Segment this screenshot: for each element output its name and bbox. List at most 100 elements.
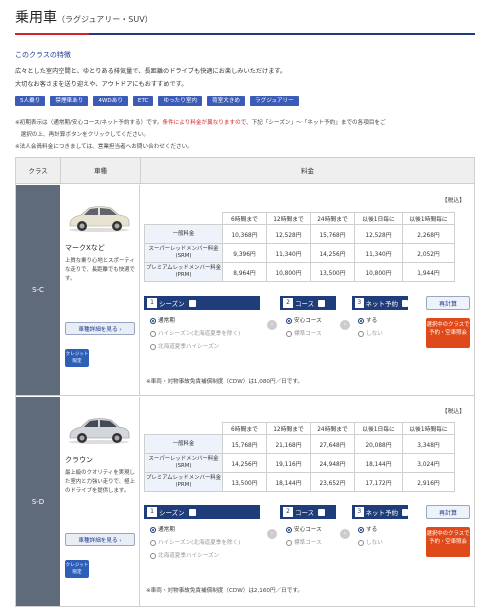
price-cell: 10,368円 xyxy=(222,224,267,244)
price-label: プレミアムレッドメンバー料金(PRM) xyxy=(144,262,223,282)
radio-icon xyxy=(150,330,156,337)
price-table: 6時間まで 12時間まで 24時間まで 以後1日毎に 以後1時間毎に 一般料金 … xyxy=(144,422,455,492)
col-header: 24時間まで xyxy=(310,212,355,225)
price-cell: 14,256円 xyxy=(310,243,355,263)
radio-net-no[interactable]: しない xyxy=(358,329,383,337)
radio-season-normal[interactable]: 通常期 xyxy=(150,525,175,533)
price-label: 一般料金 xyxy=(144,224,223,244)
price-label: 一般料金 xyxy=(144,434,223,454)
credit-only-badge: クレジット限定 xyxy=(65,349,89,367)
page-title: 乗用車（ラグジュアリー・SUV） xyxy=(15,10,153,26)
car-detail-button[interactable]: 車種詳細を見る › xyxy=(65,322,135,335)
corner-cell xyxy=(145,213,223,225)
price-cell: 24,948円 xyxy=(310,453,355,473)
help-icon[interactable] xyxy=(188,508,196,516)
car-cell: クラウン 最上級のクオリティを実現した室内と力強い走りで、極上のドライブを提供し… xyxy=(61,397,140,606)
corner-cell xyxy=(145,423,223,435)
col-header: 以後1時間毎に xyxy=(402,422,455,435)
cdw-note: ※車両・対物事故免責補償制度（CDW）は2,160円／日です。 xyxy=(146,588,303,594)
reserve-button[interactable]: 選択中のクラスで予約・空車照会 xyxy=(426,318,470,348)
radio-season-high[interactable]: ハイシーズン(北海道夏季を除く) xyxy=(150,329,240,337)
class-cell: S-D xyxy=(16,397,60,606)
radio-icon xyxy=(286,539,292,546)
radio-course-anshin[interactable]: 安心コース xyxy=(286,316,322,324)
price-cell: 1,944円 xyxy=(402,262,455,282)
season-option-header: 1 シーズン xyxy=(144,505,260,519)
price-cell: 9,396円 xyxy=(222,243,267,263)
feature-tag: 4WDあり xyxy=(93,96,128,106)
note-recalc: 選択の上、再計算ボタンをクリックしてください。 xyxy=(15,132,149,138)
price-cell: 21,168円 xyxy=(266,434,311,454)
radio-selected-icon xyxy=(150,526,156,533)
car-cell: マークXなど 上質な乗り心地とスポーティな走りで、長距離でも快適です。 車種詳細… xyxy=(61,185,140,395)
feature-tag: ETC xyxy=(132,96,154,106)
price-table: 6時間まで 12時間まで 24時間まで 以後1日毎に 以後1時間毎に 一般料金 … xyxy=(144,212,455,282)
price-cell: 18,144円 xyxy=(266,472,311,492)
course-option: 2 コース 安心コース 標準コース xyxy=(280,296,336,374)
season-option: 1 シーズン 通常期 ハイシーズン(北海道夏季を除く) 北海道夏季ハイシーズン xyxy=(144,296,260,374)
col-header: 12時間まで xyxy=(266,212,311,225)
radio-icon xyxy=(358,539,364,546)
price-cell: 23,652円 xyxy=(310,472,355,492)
price-cell: 11,340円 xyxy=(266,243,311,263)
help-icon[interactable] xyxy=(318,299,326,307)
col-header: 以後1日毎に xyxy=(354,422,403,435)
recalculate-button[interactable]: 再計算 xyxy=(426,505,470,519)
radio-selected-icon xyxy=(150,317,156,324)
col-header: 12時間まで xyxy=(266,422,311,435)
note-corporate: ※法人会員料金につきましては、営業担当者へお問い合わせください。 xyxy=(15,144,193,150)
price-cell: 12,528円 xyxy=(354,224,403,244)
header-model: 車種 xyxy=(94,167,107,175)
radio-net-yes[interactable]: する xyxy=(358,316,377,324)
radio-icon xyxy=(286,330,292,337)
table-row: S-D クラウン 最上級のクオリティを実現した室内と力強い走りで、極上のドライブ… xyxy=(16,397,474,606)
radio-net-no[interactable]: しない xyxy=(358,538,383,546)
radio-course-standard[interactable]: 標準コース xyxy=(286,329,322,337)
help-icon[interactable] xyxy=(402,508,408,516)
price-label: プレミアムレッドメンバー料金(PRM) xyxy=(144,472,223,492)
price-cell: 14,256円 xyxy=(222,453,267,473)
credit-only-badge: クレジット限定 xyxy=(65,560,89,578)
price-label: スーパーレッドメンバー料金(SRM) xyxy=(144,243,223,263)
radio-icon xyxy=(150,539,156,546)
feature-tag: ラグジュアリー xyxy=(250,96,299,106)
radio-season-normal[interactable]: 通常期 xyxy=(150,316,175,324)
radio-selected-icon xyxy=(358,317,364,324)
price-cell: 10,800円 xyxy=(354,262,403,282)
price-cell: 3,348円 xyxy=(402,434,455,454)
car-detail-button[interactable]: 車種詳細を見る › xyxy=(65,533,135,546)
course-option-header: 2 コース xyxy=(280,505,336,519)
radio-course-standard[interactable]: 標準コース xyxy=(286,538,322,546)
help-icon[interactable] xyxy=(318,508,326,516)
price-cell: 3,024円 xyxy=(402,453,455,473)
price-cell: 2,916円 xyxy=(402,472,455,492)
col-header: 以後1時間毎に xyxy=(402,212,455,225)
radio-net-yes[interactable]: する xyxy=(358,525,377,533)
price-cell: 8,964円 xyxy=(222,262,267,282)
step-arrow-icon: › xyxy=(340,320,350,330)
recalculate-button[interactable]: 再計算 xyxy=(426,296,470,310)
reserve-button[interactable]: 選択中のクラスで予約・空車照会 xyxy=(426,527,470,557)
radio-selected-icon xyxy=(286,526,292,533)
tax-included-label: 【税込】 xyxy=(441,198,465,204)
step-arrow-icon: › xyxy=(340,529,350,539)
header-class: クラス xyxy=(28,167,48,175)
radio-course-anshin[interactable]: 安心コース xyxy=(286,525,322,533)
price-cell: 13,500円 xyxy=(222,472,267,492)
radio-season-hokkaido[interactable]: 北海道夏季ハイシーズン xyxy=(150,342,219,350)
help-icon[interactable] xyxy=(402,299,408,307)
course-option-header: 2 コース xyxy=(280,296,336,310)
features-line-1: 広々とした室内空間と、ゆとりある排気量で、長距離のドライブも快適にお楽しみいただ… xyxy=(15,68,287,75)
price-cell: 13,500円 xyxy=(310,262,355,282)
title-underline-accent xyxy=(15,33,89,35)
radio-selected-icon xyxy=(286,317,292,324)
net-reserve-option-header: 3 ネット予約 xyxy=(352,505,408,519)
car-description: 上質な乗り心地とスポーティな走りで、長距離でも快適です。 xyxy=(65,258,135,282)
radio-season-hokkaido[interactable]: 北海道夏季ハイシーズン xyxy=(150,551,219,559)
radio-season-high[interactable]: ハイシーズン(北海道夏季を除く) xyxy=(150,538,240,546)
note-initial-display: ※初期表示は（通常期/安心コース/ネット予約する）です。条件により料金が異なりま… xyxy=(15,120,386,126)
table-header: クラス 車種 料金 xyxy=(16,158,474,184)
net-reserve-option: 3 ネット予約 する しない xyxy=(352,505,408,583)
help-icon[interactable] xyxy=(188,299,196,307)
col-header: 6時間まで xyxy=(222,422,267,435)
